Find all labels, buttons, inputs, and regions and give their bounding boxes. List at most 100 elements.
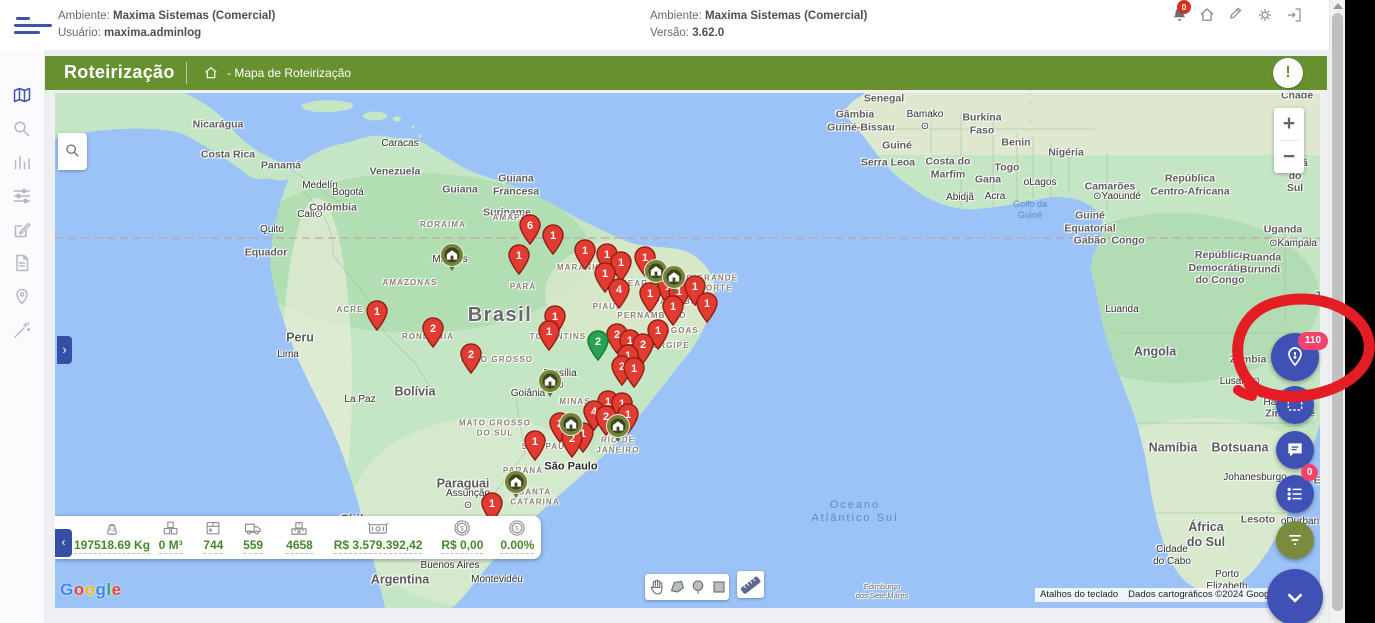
- screen-black-margin: [1345, 0, 1375, 623]
- env2-value: Maxima Sistemas (Comercial): [705, 10, 867, 22]
- svg-text:1: 1: [618, 257, 624, 269]
- stat-orders: 744: [194, 516, 232, 559]
- stat-volume-value: 0 M³: [159, 538, 183, 554]
- panel-expand-handle[interactable]: ›: [57, 336, 72, 364]
- settings-gear-icon[interactable]: [1254, 4, 1276, 26]
- stat-weight: Kg 197518.69 Kg: [77, 516, 147, 559]
- svg-text:1: 1: [489, 498, 495, 510]
- stat-total-value-value: R$ 3.579.392,42: [334, 538, 423, 554]
- env2-label: Ambiente:: [650, 10, 702, 22]
- logout-icon[interactable]: [1283, 4, 1305, 26]
- env-label: Ambiente:: [58, 10, 110, 22]
- sidebar-item-map[interactable]: [12, 86, 32, 106]
- depot-marker[interactable]: [661, 264, 687, 295]
- map-pin[interactable]: 1: [574, 239, 596, 270]
- map-pin-green[interactable]: 2: [587, 330, 609, 361]
- draw-rectangle-icon[interactable]: [709, 577, 729, 597]
- routing-map-canvas[interactable]: NicaráguaCosta RicaPanamáCaracasVenezuel…: [55, 93, 1320, 608]
- cubes-volume-icon: [160, 518, 182, 538]
- app-header: Ambiente: Maxima Sistemas (Comercial) Us…: [0, 0, 1345, 50]
- svg-text:1: 1: [516, 250, 522, 262]
- sidebar-item-location[interactable]: [12, 287, 32, 307]
- markers-count-badge: 110: [1298, 332, 1328, 350]
- route-list-badge: 0: [1301, 464, 1318, 481]
- zoom-out-button[interactable]: −: [1274, 141, 1304, 173]
- svg-text:$: $: [515, 525, 519, 532]
- stats-collapse-handle[interactable]: ‹: [55, 529, 72, 557]
- alert-button[interactable]: !: [1273, 58, 1303, 88]
- draw-circle-icon[interactable]: [688, 577, 708, 597]
- version-value: 3.62.0: [692, 27, 724, 39]
- map-pin[interactable]: 6: [519, 214, 541, 245]
- weight-kg-icon: Kg: [101, 518, 123, 538]
- map-search-button[interactable]: [58, 133, 87, 170]
- collapse-chevron-fab[interactable]: [1267, 569, 1323, 623]
- measure-ruler-button[interactable]: [737, 571, 764, 598]
- stat-trucks-value: 559: [243, 538, 263, 554]
- svg-text:1: 1: [670, 301, 676, 313]
- sidebar-item-chart[interactable]: [12, 152, 32, 172]
- keyboard-shortcuts-link[interactable]: Atalhos do teclado: [1035, 588, 1123, 602]
- scrollbar-up-arrow[interactable]: [1333, 3, 1343, 9]
- map-pin[interactable]: 2: [422, 317, 444, 348]
- stat-total-value: R$ 3.579.392,42: [325, 516, 431, 559]
- svg-text:$: $: [461, 525, 465, 532]
- left-sidebar: [0, 50, 45, 623]
- stat-discount-value: R$ 0,00: [441, 538, 483, 554]
- depot-marker[interactable]: [558, 411, 584, 442]
- stat-discount: $ R$ 0,00: [431, 516, 494, 559]
- svg-text:2: 2: [595, 336, 601, 348]
- stat-orders-value: 744: [203, 538, 223, 554]
- svg-text:1: 1: [532, 436, 538, 448]
- stat-percent-value: 0.00%: [500, 538, 534, 554]
- stat-percent: $ 0.00%: [494, 516, 541, 559]
- svg-text:1: 1: [704, 298, 710, 310]
- sidebar-item-document[interactable]: [12, 253, 32, 273]
- map-pin[interactable]: 2: [460, 343, 482, 374]
- svg-text:4: 4: [616, 284, 623, 296]
- scrollbar-thumb[interactable]: [1332, 13, 1343, 611]
- depot-marker[interactable]: [537, 368, 563, 399]
- map-pin[interactable]: 4: [608, 278, 630, 309]
- notification-badge: 0: [1177, 0, 1191, 14]
- map-pin[interactable]: 1: [366, 300, 388, 331]
- stat-items-value: 4658: [286, 538, 313, 554]
- menu-hamburger-icon[interactable]: [14, 16, 54, 34]
- select-area-fab[interactable]: [1276, 386, 1314, 424]
- map-pin[interactable]: 1: [524, 430, 546, 461]
- breadcrumb-home-icon[interactable]: [203, 65, 219, 86]
- zoom-in-button[interactable]: +: [1274, 108, 1304, 140]
- filter-fab[interactable]: [1276, 521, 1314, 559]
- map-pin[interactable]: 1: [696, 292, 718, 323]
- map-pin[interactable]: 1: [538, 320, 560, 351]
- home-icon[interactable]: [1196, 4, 1218, 26]
- pan-hand-icon[interactable]: [646, 577, 666, 597]
- svg-text:1: 1: [647, 288, 653, 300]
- map-pin[interactable]: 1: [508, 244, 530, 275]
- map-pin[interactable]: 1: [623, 357, 645, 388]
- titlebar-divider: [186, 62, 187, 84]
- draw-polygon-icon[interactable]: [667, 577, 687, 597]
- svg-text:1: 1: [374, 306, 380, 318]
- stat-weight-value: 197518.69 Kg: [74, 538, 150, 554]
- sidebar-item-tools-wand[interactable]: [12, 320, 32, 340]
- coin-percent-icon: $: [507, 518, 527, 538]
- sidebar-item-route-filters[interactable]: [12, 186, 32, 206]
- edit-pencil-icon[interactable]: [1225, 4, 1247, 26]
- depot-marker[interactable]: [503, 469, 529, 500]
- map-pin[interactable]: 1: [542, 224, 564, 255]
- user-label: Usuário:: [58, 27, 101, 39]
- page-scrollbar[interactable]: [1329, 0, 1345, 623]
- truck-icon: [241, 518, 265, 538]
- sidebar-item-edit[interactable]: [12, 220, 32, 240]
- breadcrumb: - Mapa de Roteirização: [227, 66, 351, 80]
- map-draw-toolbar: [645, 574, 729, 600]
- coin-icon: $: [452, 518, 472, 538]
- map-zoom-control: + −: [1274, 108, 1304, 173]
- depot-marker[interactable]: [605, 413, 631, 444]
- svg-text:Kg: Kg: [109, 527, 115, 532]
- svg-text:1: 1: [546, 326, 552, 338]
- sidebar-item-search[interactable]: [12, 119, 32, 139]
- depot-marker[interactable]: [439, 242, 465, 273]
- stat-items: 4658: [274, 516, 325, 559]
